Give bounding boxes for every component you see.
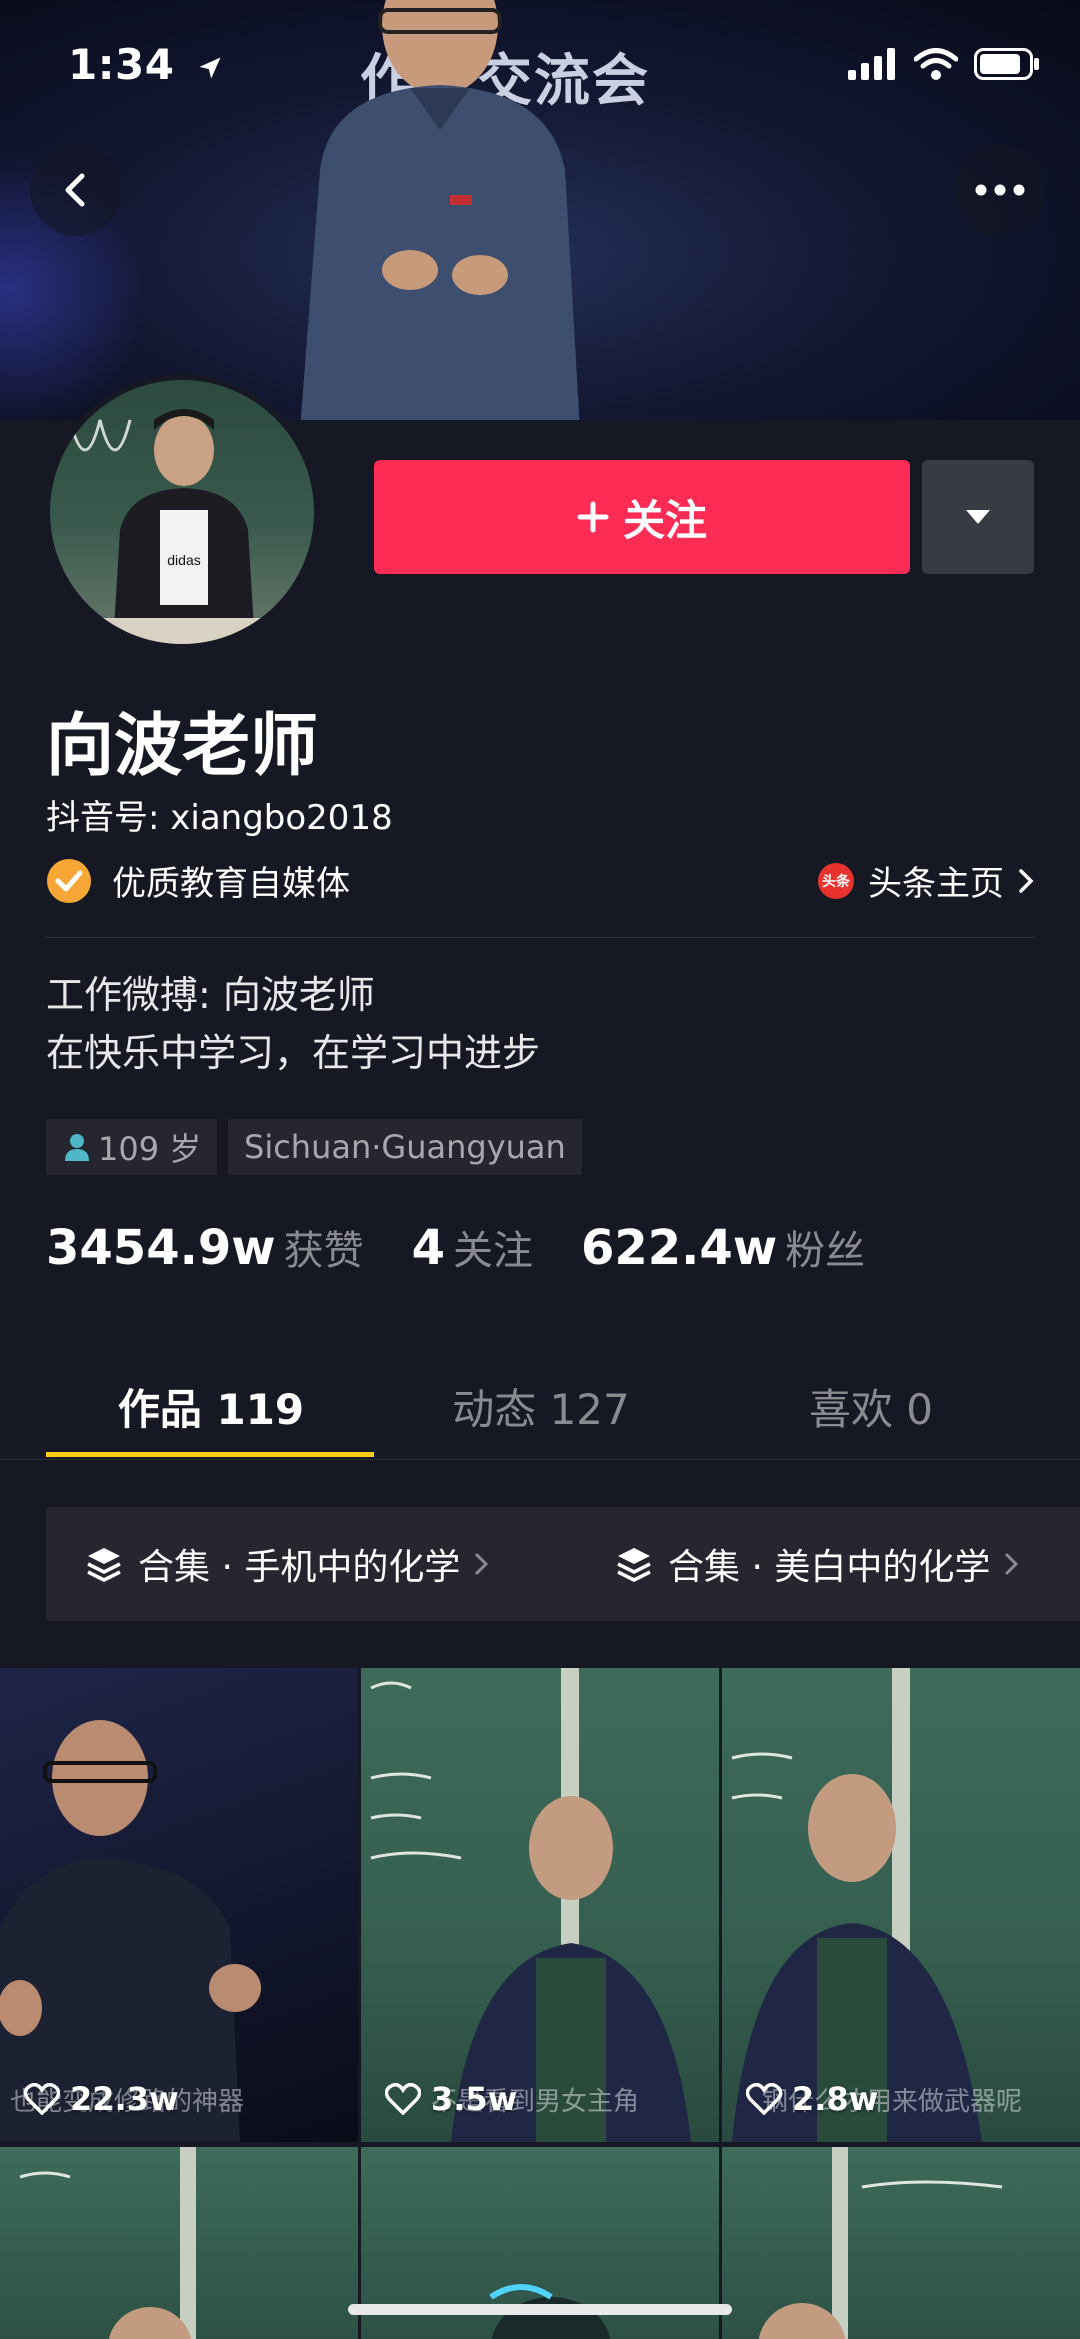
- tab-works[interactable]: 作品 119: [46, 1370, 376, 1460]
- followers-label[interactable]: 粉丝: [785, 1218, 865, 1276]
- profile-name: 向波老师: [46, 707, 319, 786]
- douyin-id: 抖音号: xiangbo2018: [46, 798, 393, 838]
- banner-speaker-image: [300, 0, 580, 420]
- chevron-left-icon: [65, 173, 85, 207]
- chevron-right-icon: [1005, 1552, 1019, 1576]
- following-label[interactable]: 关注: [453, 1218, 533, 1276]
- location-text: Sichuan·Guangyuan: [244, 1128, 566, 1166]
- video-likes-count: 2.8w: [792, 2080, 879, 2118]
- bio-line: 在快乐中学习，在学习中进步: [46, 1031, 541, 1075]
- recommend-dropdown-button[interactable]: [922, 460, 1034, 574]
- following-count[interactable]: 4: [412, 1220, 445, 1276]
- battery-icon: [974, 48, 1039, 80]
- bio-line: 工作微搏: 向波老师: [46, 973, 375, 1017]
- video-thumbnail[interactable]: [0, 2147, 358, 2339]
- likes-count: 3454.9w: [46, 1220, 276, 1276]
- back-button[interactable]: [30, 144, 122, 236]
- video-thumbnail-image: [0, 1720, 261, 2142]
- video-likes: 2.8w: [746, 2080, 878, 2118]
- verified-label: 优质教育自媒体: [112, 864, 350, 904]
- video-likes-count: 3.5w: [431, 2080, 518, 2118]
- profile-tabs: 作品 119 动态 127 喜欢 0: [0, 1370, 1080, 1460]
- signal-icon: [848, 48, 895, 80]
- avatar-person-image: didas: [50, 409, 314, 644]
- video-thumbnail-image: [758, 2147, 1003, 2339]
- more-dots-icon: [975, 184, 1025, 196]
- toutiao-label: 头条主页: [868, 864, 1004, 904]
- person-icon: [65, 1134, 89, 1161]
- collection-card[interactable]: 合集 · 美白中的化学: [576, 1507, 1080, 1621]
- bio: 工作微搏: 向波老师 在快乐中学习，在学习中进步: [46, 966, 540, 1082]
- tab-likes[interactable]: 喜欢 0: [706, 1370, 1036, 1460]
- wifi-icon: [914, 48, 958, 80]
- location-tag: Sichuan·Guangyuan: [228, 1119, 582, 1175]
- layers-icon: [87, 1548, 121, 1582]
- followers-count[interactable]: 622.4w: [581, 1220, 777, 1276]
- chevron-right-icon: [1019, 868, 1034, 893]
- toutiao-logo-icon: 头条: [818, 862, 854, 899]
- toutiao-homepage-link[interactable]: 头条 头条主页: [818, 856, 1034, 905]
- age-tag: 109 岁: [46, 1119, 218, 1175]
- tabs-divider: [0, 1459, 1080, 1460]
- video-thumbnail[interactable]: [722, 2147, 1080, 2339]
- video-thumbnail-image: [19, 2147, 196, 2339]
- collection-card[interactable]: 合集 · 手机中的化学: [46, 1507, 608, 1621]
- video-thumbnail[interactable]: 也能变成修路的神器 22.3w: [0, 1668, 358, 2142]
- likes-label: 获赞: [283, 1228, 364, 1274]
- verified-badge: 优质教育自媒体: [46, 856, 350, 905]
- heart-icon: [24, 2083, 60, 2115]
- video-likes: 3.5w: [385, 2080, 517, 2118]
- video-thumbnail[interactable]: 钢什么才用来做武器呢 2.8w: [722, 1668, 1080, 2142]
- divider: [46, 937, 1034, 938]
- active-tab-indicator: [46, 1452, 374, 1457]
- age-text: 109 岁: [98, 1130, 202, 1168]
- plus-icon: [577, 501, 609, 533]
- heart-icon: [746, 2083, 782, 2115]
- caret-down-icon: [966, 510, 990, 524]
- more-options-button[interactable]: [954, 144, 1046, 236]
- video-thumbnail-image: [370, 1668, 691, 2142]
- layers-icon: [617, 1548, 651, 1582]
- status-time: 1:34: [68, 40, 224, 89]
- tab-activity[interactable]: 动态 127: [376, 1370, 706, 1460]
- avatar-image: didas: [50, 380, 314, 644]
- location-icon: [199, 57, 221, 78]
- profile-stats: 3454.9w 获赞 4 关注 622.4w 粉丝: [46, 1218, 913, 1276]
- video-thumbnail-image: [731, 1668, 982, 2142]
- home-indicator[interactable]: [348, 2304, 732, 2315]
- collection-label: 合集 · 美白中的化学: [668, 1547, 991, 1588]
- video-thumbnail[interactable]: 不是看到男女主角 3.5w: [361, 1668, 719, 2142]
- follow-button[interactable]: 关注: [374, 460, 910, 574]
- collection-label: 合集 · 手机中的化学: [138, 1547, 461, 1588]
- avatar[interactable]: didas: [44, 374, 320, 650]
- heart-icon: [385, 2083, 421, 2115]
- verified-check-icon: [47, 858, 91, 903]
- video-likes-count: 22.3w: [70, 2080, 179, 2118]
- svg-text:didas: didas: [167, 552, 200, 568]
- video-likes: 22.3w: [24, 2080, 179, 2118]
- follow-label: 关注: [622, 495, 707, 545]
- status-icons: [848, 48, 1040, 80]
- chevron-right-icon: [475, 1552, 489, 1576]
